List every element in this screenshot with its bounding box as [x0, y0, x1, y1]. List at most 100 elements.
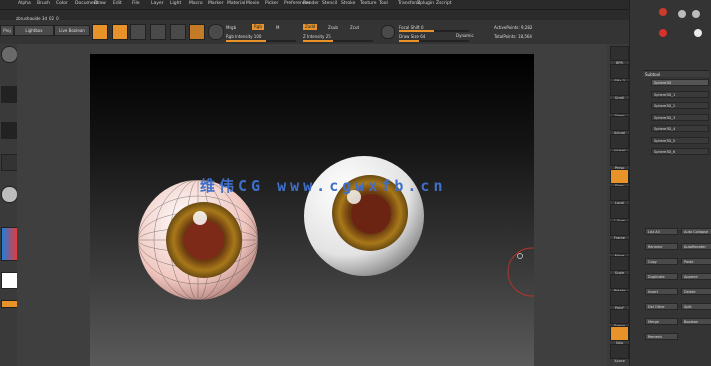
subtool-duplicate-button[interactable]: Duplicate [645, 273, 678, 280]
focal-shift-slider[interactable] [399, 30, 469, 32]
menu-item-render[interactable]: Render [303, 1, 319, 6]
subtool-item[interactable]: Sphere3D_6 [651, 148, 709, 155]
stroke-thumbnail[interactable] [1, 86, 18, 103]
scale-mode-button[interactable] [150, 24, 166, 40]
shelf-button-local[interactable]: Local [610, 186, 629, 205]
menu-item-stencil[interactable]: Stencil [322, 1, 337, 6]
zcut-toggle[interactable]: Zcut [350, 25, 359, 30]
menu-item-light[interactable]: Light [170, 1, 181, 6]
subtool-item[interactable]: Sphere3D_3 [651, 113, 709, 121]
shelf-button-xpose[interactable]: Xpose [610, 343, 629, 363]
zadd-toggle[interactable]: Zadd [303, 24, 318, 30]
rgb-intensity-label[interactable]: Rgb Intensity 100 [226, 34, 261, 39]
draw-mode-button[interactable] [112, 24, 128, 40]
subtool-autoreorder-button[interactable]: AutoReorder [681, 243, 711, 250]
menu-item-material[interactable]: Material [227, 1, 245, 6]
brush-icon[interactable] [208, 24, 224, 40]
menu-item-stroke[interactable]: Stroke [341, 1, 355, 6]
menu-item-draw[interactable]: Draw [94, 1, 106, 6]
subtool-item[interactable]: Sphere3D_1 [651, 90, 709, 98]
viewport[interactable]: 维伟CG www.cgwxfb.cn [90, 54, 534, 366]
alpha-thumbnail[interactable] [1, 122, 18, 139]
shelf-button-persp[interactable]: Persp [610, 151, 629, 170]
shelf-button-frame[interactable]: Frame [610, 221, 629, 240]
subtool-item[interactable]: Sphere3D_4 [651, 125, 709, 132]
menu-item-zplugin[interactable]: Zplugin [417, 1, 434, 6]
shelf-button-scroll[interactable]: Scroll [610, 81, 629, 100]
shelf-button-l-sym[interactable]: L.Sym [610, 203, 629, 223]
shelf-button-aahalf[interactable]: AAHalf [610, 133, 629, 153]
rotate-mode-button[interactable] [170, 24, 186, 40]
texture-thumbnail[interactable] [1, 154, 18, 171]
subtool-item[interactable]: Sphere3D_5 [651, 136, 709, 144]
left-shelf [0, 44, 18, 366]
menu-item-picker[interactable]: Picker [265, 1, 278, 6]
shelf-button-bpr[interactable]: BPR [610, 46, 629, 65]
zsub-toggle[interactable]: Zsub [328, 25, 338, 30]
menu-item-zscript[interactable]: Zscript [436, 1, 452, 6]
shelf-button-zoom[interactable]: Zoom [610, 98, 629, 118]
menu-item-layer[interactable]: Layer [151, 1, 164, 6]
menu-item-edit[interactable]: Edit [113, 1, 122, 6]
tool-thumbnails [659, 8, 702, 37]
menu-item-marker[interactable]: Marker [208, 1, 224, 6]
material-thumbnail[interactable] [1, 186, 18, 203]
dynamic-toggle[interactable]: Dynamic [456, 33, 474, 38]
menu-item-file[interactable]: File [132, 1, 140, 6]
shelf-button-floor[interactable]: Floor [610, 168, 629, 188]
switch-color-button[interactable] [1, 300, 18, 308]
subtool-paste-button[interactable]: Paste [681, 258, 711, 265]
subtool-append-button[interactable]: Append [681, 273, 711, 280]
active-points-readout: ActivePoints: 9,282 [494, 25, 533, 30]
subtool-insert-button[interactable]: Insert [645, 288, 678, 295]
shelf-button-polyf[interactable]: PolyF [610, 291, 629, 310]
menu-item-brush[interactable]: Brush [37, 1, 50, 6]
shelf-button-rotate[interactable]: Rotate [610, 273, 629, 293]
subtool-item[interactable]: Sphere3D [651, 79, 709, 86]
subtool-remesh-button[interactable]: Remesh [645, 333, 678, 340]
symmetry-icon[interactable] [381, 25, 395, 39]
shelf-button-move[interactable]: Move [610, 238, 629, 258]
menu-item-color[interactable]: Color [56, 1, 68, 6]
subtool-boolean-button[interactable]: Boolean [681, 318, 711, 325]
subtool-merge-button[interactable]: Merge [645, 318, 678, 325]
subtool-item[interactable]: Sphere3D_2 [651, 102, 709, 109]
mrgb-label[interactable]: Mrgb [226, 25, 236, 30]
lightbox-button[interactable]: Lightbox [14, 25, 54, 36]
draw-size-label[interactable]: Draw Size 64 [399, 34, 425, 39]
shelf-button-transp[interactable]: Transp [610, 308, 629, 328]
color-picker[interactable] [1, 227, 18, 261]
shelf-button-scale[interactable]: Scale [610, 256, 629, 275]
subtool-auto-collapse-button[interactable]: Auto Collapse [681, 228, 711, 235]
subtool-delete-button[interactable]: Delete [681, 288, 711, 295]
edit-mode-button[interactable] [92, 24, 108, 40]
subtool-split-button[interactable]: Split [681, 303, 711, 310]
subtool-del-other-button[interactable]: Del Other [645, 303, 678, 310]
subtool-rename-button[interactable]: Rename [645, 243, 678, 250]
subtool-header[interactable]: Subtool [643, 70, 709, 77]
menu-item-movie[interactable]: Movie [246, 1, 259, 6]
menu-item-texture[interactable]: Texture [360, 1, 376, 6]
menu-item-alpha[interactable]: Alpha [18, 1, 31, 6]
live-boolean-button[interactable]: Live Boolean [54, 25, 90, 36]
tool-palette [629, 0, 711, 366]
rgb-intensity-slider[interactable] [226, 40, 296, 42]
menu-item-macro[interactable]: Macro [189, 1, 203, 6]
rgb-toggle[interactable]: Rgb [252, 24, 264, 30]
draw-size-slider[interactable] [399, 40, 469, 42]
material-sphere-button[interactable] [189, 24, 205, 40]
move-mode-button[interactable] [130, 24, 146, 40]
projection-master-button[interactable]: Proj [0, 25, 14, 36]
shelf-button-spix-3[interactable]: SPix 3 [610, 63, 629, 83]
menu-item-tool[interactable]: Tool [379, 1, 388, 6]
z-intensity-slider[interactable] [303, 40, 373, 42]
z-intensity-label[interactable]: Z Intensity 25 [303, 34, 331, 39]
menu-bar: Alpha Brush Color Document Draw Edit File Layer… [0, 0, 711, 10]
brush-thumbnail[interactable] [1, 46, 18, 63]
subtool-list-all-button[interactable]: List All [645, 228, 678, 235]
m-toggle[interactable]: M [276, 25, 279, 30]
main-color-swatch[interactable] [1, 272, 18, 289]
subtool-copy-button[interactable]: Copy [645, 258, 678, 265]
shelf-button-actual[interactable]: Actual [610, 116, 629, 135]
shelf-button-solo[interactable]: Solo [610, 326, 629, 345]
